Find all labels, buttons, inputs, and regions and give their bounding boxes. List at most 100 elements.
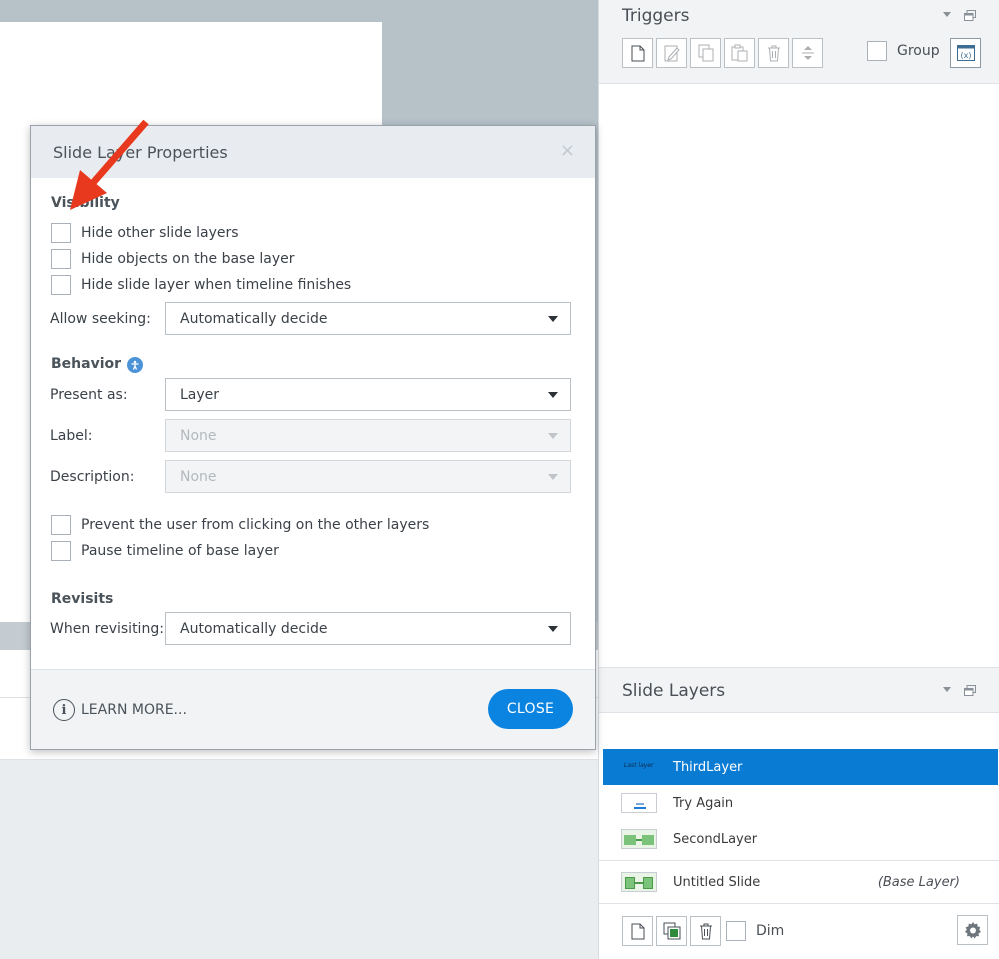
- slide-layers-panel-title: Slide Layers: [622, 681, 726, 701]
- select-value: None: [180, 468, 217, 485]
- description-select: None: [165, 460, 571, 493]
- chevron-down-icon: [548, 433, 558, 439]
- copy-icon: [698, 44, 713, 62]
- pause-base-timeline-checkbox[interactable]: [51, 541, 71, 561]
- layer-item-second[interactable]: SecondLayer: [603, 821, 998, 857]
- slide-layers-panel-header: Slide Layers: [599, 667, 999, 713]
- dialog-header: Slide Layer Properties ×: [31, 126, 595, 178]
- delete-layer-button[interactable]: [690, 916, 721, 946]
- layer-thumbnail: [621, 793, 657, 813]
- allow-seeking-select[interactable]: Automatically decide: [165, 302, 571, 335]
- prevent-clicking-option[interactable]: Prevent the user from clicking on the ot…: [51, 515, 429, 535]
- panel-controls[interactable]: [942, 683, 976, 696]
- layer-name: ThirdLayer: [673, 759, 743, 775]
- dialog-title: Slide Layer Properties: [53, 143, 228, 162]
- present-as-label: Present as:: [50, 387, 128, 403]
- slide-layers-toolbar: Dim: [622, 916, 784, 946]
- right-panel: Triggers Group (x) Slide Layers Last lay…: [598, 0, 999, 959]
- chevron-down-icon: [548, 392, 558, 398]
- learn-more-label: LEARN MORE...: [81, 702, 187, 718]
- group-toggle[interactable]: Group: [867, 41, 940, 61]
- layer-thumbnail: [621, 829, 657, 849]
- layer-name: Untitled Slide: [673, 874, 761, 890]
- hide-base-objects-checkbox[interactable]: [51, 249, 71, 269]
- move-trigger-button[interactable]: [792, 38, 823, 68]
- layer-thumbnail: Last layer: [621, 757, 657, 777]
- new-trigger-button[interactable]: [622, 38, 653, 68]
- triggers-panel-title: Triggers: [622, 6, 690, 26]
- layer-name: SecondLayer: [673, 831, 758, 847]
- hide-base-objects-option[interactable]: Hide objects on the base layer: [51, 249, 295, 269]
- edit-icon: [664, 45, 680, 61]
- layer-name: Try Again: [673, 795, 734, 811]
- hide-when-finished-checkbox[interactable]: [51, 275, 71, 295]
- layer-item-third[interactable]: Last layer ThirdLayer: [603, 749, 998, 785]
- slide-layer-properties-dialog: Slide Layer Properties × Visibility Hide…: [30, 125, 596, 750]
- layer-thumbnail-text: Last layer: [624, 762, 654, 769]
- up-down-arrows-icon: [801, 46, 814, 60]
- svg-text:(x): (x): [960, 51, 971, 60]
- close-button[interactable]: CLOSE: [488, 689, 573, 729]
- info-icon: i: [53, 699, 75, 721]
- label-select: None: [165, 419, 571, 452]
- hide-other-layers-option[interactable]: Hide other slide layers: [51, 223, 239, 243]
- duplicate-icon: [663, 922, 680, 940]
- panel-float-icon[interactable]: [964, 9, 976, 21]
- select-value: Automatically decide: [180, 620, 328, 637]
- allow-seeking-label: Allow seeking:: [50, 311, 151, 327]
- select-value: None: [180, 427, 217, 444]
- layer-settings-button[interactable]: [957, 915, 988, 945]
- edit-trigger-button[interactable]: [656, 38, 687, 68]
- delete-trigger-button[interactable]: [758, 38, 789, 68]
- chevron-down-icon: [548, 316, 558, 322]
- panel-collapse-icon[interactable]: [942, 11, 952, 19]
- hide-other-layers-checkbox[interactable]: [51, 223, 71, 243]
- panel-collapse-icon[interactable]: [942, 686, 952, 694]
- revisits-section-title: Revisits: [51, 591, 114, 607]
- duplicate-layer-button[interactable]: [656, 916, 687, 946]
- option-label: Prevent the user from clicking on the ot…: [81, 517, 430, 533]
- base-layer-item[interactable]: Untitled Slide (Base Layer): [599, 860, 999, 904]
- label-field-label: Label:: [50, 428, 93, 444]
- variables-icon: (x): [956, 45, 975, 61]
- visibility-section-title: Visibility: [51, 195, 120, 211]
- behavior-title-text: Behavior: [51, 356, 122, 372]
- copy-trigger-button[interactable]: [690, 38, 721, 68]
- paste-icon: [731, 44, 748, 62]
- triggers-toolbar: [622, 38, 826, 68]
- group-checkbox[interactable]: [867, 41, 887, 61]
- select-value: Layer: [180, 386, 220, 403]
- present-as-select[interactable]: Layer: [165, 378, 571, 411]
- option-label: Hide objects on the base layer: [81, 251, 295, 267]
- base-layer-tag: (Base Layer): [877, 874, 960, 890]
- option-label: Hide other slide layers: [81, 225, 239, 241]
- layer-item-try-again[interactable]: Try Again: [603, 785, 998, 821]
- description-label: Description:: [50, 469, 135, 485]
- info-icon[interactable]: [127, 357, 144, 373]
- panel-controls[interactable]: [942, 8, 976, 21]
- when-revisiting-label: When revisiting:: [50, 621, 164, 637]
- learn-more-link[interactable]: i LEARN MORE...: [53, 699, 187, 721]
- option-label: Hide slide layer when timeline finishes: [81, 277, 352, 293]
- paste-trigger-button[interactable]: [724, 38, 755, 68]
- gear-icon: [964, 922, 981, 939]
- close-icon[interactable]: ×: [560, 140, 575, 161]
- trash-icon: [767, 45, 780, 61]
- chevron-down-icon: [548, 474, 558, 480]
- prevent-clicking-checkbox[interactable]: [51, 515, 71, 535]
- hide-when-finished-option[interactable]: Hide slide layer when timeline finishes: [51, 275, 351, 295]
- variables-button[interactable]: (x): [950, 38, 981, 68]
- dim-label: Dim: [756, 923, 785, 939]
- new-layer-button[interactable]: [622, 916, 653, 946]
- new-document-icon: [631, 923, 644, 939]
- when-revisiting-select[interactable]: Automatically decide: [165, 612, 571, 645]
- select-value: Automatically decide: [180, 310, 328, 327]
- dim-toggle[interactable]: Dim: [726, 921, 784, 941]
- new-document-icon: [631, 45, 644, 61]
- panel-float-icon[interactable]: [964, 684, 976, 696]
- behavior-section-title: Behavior: [51, 356, 144, 373]
- dim-checkbox[interactable]: [726, 921, 746, 941]
- trash-icon: [699, 923, 712, 939]
- dialog-footer: i LEARN MORE... CLOSE: [31, 669, 595, 749]
- pause-base-timeline-option[interactable]: Pause timeline of base layer: [51, 541, 279, 561]
